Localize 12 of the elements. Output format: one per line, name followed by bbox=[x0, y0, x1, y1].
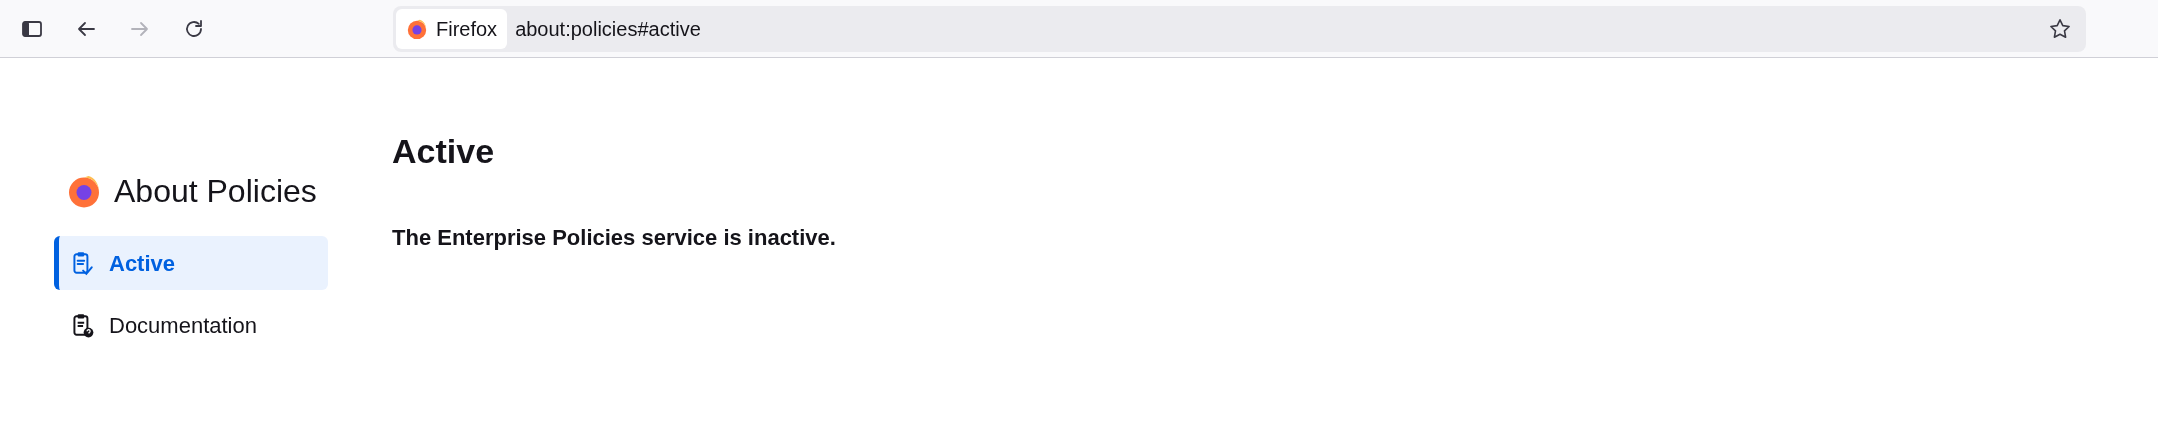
url-bar[interactable]: Firefox about:policies#active bbox=[393, 5, 2086, 52]
identity-label: Firefox bbox=[436, 16, 498, 42]
status-message: The Enterprise Policies service is inactive. bbox=[392, 224, 836, 252]
page-heading: Active bbox=[392, 131, 496, 172]
firefox-logo-icon bbox=[406, 17, 428, 40]
identity-chip[interactable]: Firefox bbox=[396, 8, 508, 49]
sidebar-title: About Policies bbox=[114, 172, 317, 211]
sidebar-item[interactable]: Documentation bbox=[54, 298, 328, 352]
star-icon[interactable] bbox=[2048, 16, 2072, 41]
firefox-logo-icon bbox=[66, 173, 102, 209]
sidebar-item[interactable]: Active bbox=[54, 236, 328, 290]
url-text: about:policies#active bbox=[515, 16, 702, 42]
